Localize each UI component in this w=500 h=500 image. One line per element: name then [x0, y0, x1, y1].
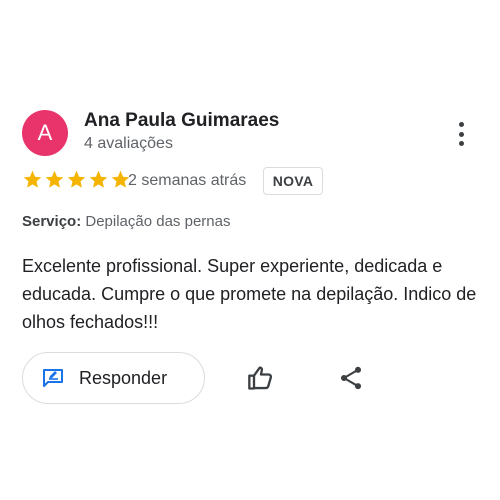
service-label: Serviço:: [22, 213, 82, 230]
star-icon: [45, 170, 64, 188]
review-timestamp: 2 semanas atrás: [128, 172, 247, 189]
avatar-initial: A: [37, 120, 53, 145]
star-icon: [89, 170, 108, 188]
reply-label: Responder: [79, 367, 168, 388]
service-value: Depilação das pernas: [85, 213, 231, 230]
reply-button[interactable]: Responder: [22, 352, 205, 404]
star-icon: [67, 170, 86, 188]
avatar: A: [22, 110, 68, 156]
review-count: 4 avaliações: [84, 135, 173, 152]
reply-edit-icon: [43, 369, 63, 387]
thumb-up-icon[interactable]: [247, 364, 275, 392]
star-icon: [23, 170, 42, 188]
reviewer-name[interactable]: Ana Paula Guimaraes: [84, 110, 279, 132]
more-vert-icon[interactable]: [450, 118, 472, 150]
service-line: Serviço: Depilação das pernas: [22, 213, 230, 230]
star-rating: [22, 169, 131, 190]
review-text: Excelente profissional. Super experiente…: [22, 256, 477, 332]
share-icon[interactable]: [337, 364, 365, 392]
new-badge: NOVA: [263, 167, 323, 195]
